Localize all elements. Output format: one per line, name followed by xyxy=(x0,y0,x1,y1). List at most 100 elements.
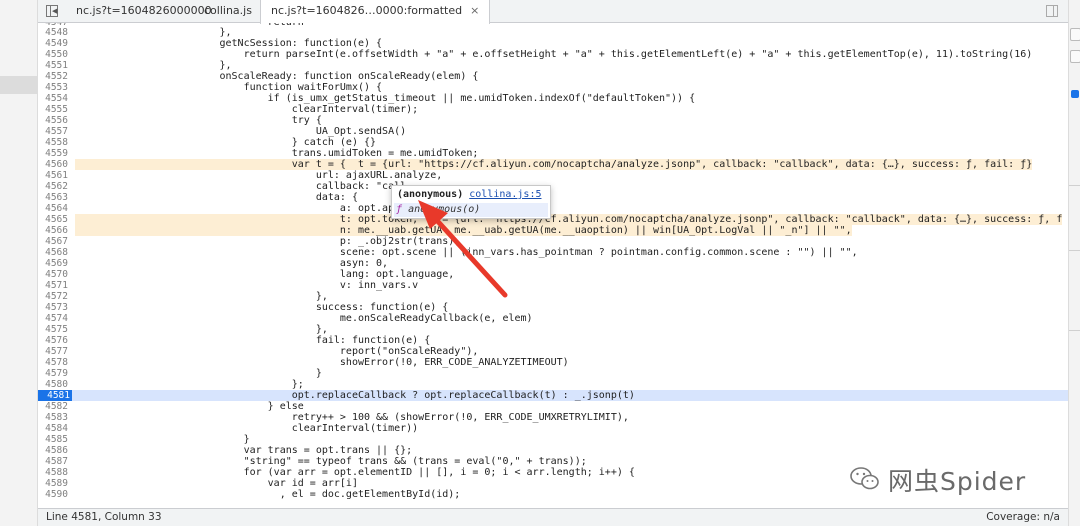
code-line[interactable]: 4548 }, xyxy=(38,27,1068,38)
coverage-status[interactable]: Coverage: n/a xyxy=(986,509,1060,526)
code-line[interactable]: 4558 } catch (e) {} xyxy=(38,137,1068,148)
toggle-debugger-icon[interactable] xyxy=(1046,5,1058,17)
line-number[interactable]: 4553 xyxy=(38,82,68,93)
code-line[interactable]: 4551 }, xyxy=(38,60,1068,71)
code-line[interactable]: 4549 getNcSession: function(e) { xyxy=(38,38,1068,49)
code-text: opt.replaceCallback ? opt.replaceCallbac… xyxy=(75,390,635,401)
line-number[interactable]: 4564 xyxy=(38,203,68,214)
current-execution-line[interactable]: 4581 opt.replaceCallback ? opt.replaceCa… xyxy=(38,390,1068,402)
code-text: showError(!0, ERR_CODE_ANALYZETIMEOUT) xyxy=(75,357,569,368)
code-line[interactable]: 4569 asyn: 0, xyxy=(38,258,1068,269)
line-number[interactable]: 4581 xyxy=(38,390,72,401)
code-line[interactable]: 4555 clearInterval(timer); xyxy=(38,104,1068,115)
code-line[interactable]: 4550 return parseInt(e.offsetWidth + "a"… xyxy=(38,49,1068,60)
panel-control-icon[interactable] xyxy=(1070,50,1080,63)
line-number[interactable]: 4556 xyxy=(38,115,68,126)
line-number[interactable]: 4565 xyxy=(38,214,68,225)
code-line[interactable]: 4557 UA_Opt.sendSA() xyxy=(38,126,1068,137)
line-number[interactable]: 4571 xyxy=(38,280,68,291)
code-line[interactable]: 4556 try { xyxy=(38,115,1068,126)
line-number[interactable]: 4584 xyxy=(38,423,68,434)
code-line[interactable]: 4564 a: opt.appk xyxy=(38,203,1068,214)
line-number[interactable]: 4568 xyxy=(38,247,68,258)
line-number[interactable]: 4570 xyxy=(38,269,68,280)
code-line[interactable]: 4553 function waitForUmx() { xyxy=(38,82,1068,93)
code-line[interactable]: 4562 callback: "call xyxy=(38,181,1068,192)
function-glyph-icon: ƒ xyxy=(396,204,403,215)
line-number[interactable]: 4566 xyxy=(38,225,68,236)
code-line[interactable]: 4584 clearInterval(timer)) xyxy=(38,423,1068,434)
code-line[interactable]: 4575 }, xyxy=(38,324,1068,335)
line-number[interactable]: 4548 xyxy=(38,27,68,38)
line-number[interactable]: 4560 xyxy=(38,159,68,170)
line-number[interactable]: 4578 xyxy=(38,357,68,368)
code-line[interactable]: 4566 n: me.__uab.getUA me.__uab.getUA(me… xyxy=(38,225,1068,236)
line-number[interactable]: 4574 xyxy=(38,313,68,324)
line-number[interactable]: 4583 xyxy=(38,412,68,423)
code-line[interactable]: 4567 p: _.obj2str(trans), xyxy=(38,236,1068,247)
line-number[interactable]: 4552 xyxy=(38,71,68,82)
code-line[interactable]: 4586 var trans = opt.trans || {}; xyxy=(38,445,1068,456)
code-line[interactable]: 4559 trans.umidToken = me.umidToken; xyxy=(38,148,1068,159)
tab-collina-js[interactable]: collina.js xyxy=(194,0,262,23)
code-line[interactable]: 4582 } else xyxy=(38,401,1068,412)
code-line[interactable]: 4572 }, xyxy=(38,291,1068,302)
line-number[interactable]: 4549 xyxy=(38,38,68,49)
sidebar-toggle-icon[interactable]: ◀ xyxy=(46,5,58,17)
line-number[interactable]: 4567 xyxy=(38,236,68,247)
panel-control-icon[interactable] xyxy=(1070,28,1080,41)
line-number[interactable]: 4563 xyxy=(38,192,68,203)
line-number[interactable]: 4554 xyxy=(38,93,68,104)
code-line[interactable]: 4578 showError(!0, ERR_CODE_ANALYZETIMEO… xyxy=(38,357,1068,368)
code-line[interactable]: 4563 data: { xyxy=(38,192,1068,203)
tab-nc-js-formatted[interactable]: nc.js?t=1604826…0000:formatted × xyxy=(260,0,491,24)
line-number[interactable]: 4577 xyxy=(38,346,68,357)
tab-close-icon[interactable]: × xyxy=(470,0,479,22)
code-line[interactable]: 4571 v: inn_vars.v xyxy=(38,280,1068,291)
code-line[interactable]: 4579 } xyxy=(38,368,1068,379)
line-number[interactable]: 4557 xyxy=(38,126,68,137)
code-line[interactable]: 4576 fail: function(e) { xyxy=(38,335,1068,346)
line-number[interactable]: 4558 xyxy=(38,137,68,148)
line-number[interactable]: 4589 xyxy=(38,478,68,489)
line-number[interactable]: 4559 xyxy=(38,148,68,159)
line-number[interactable]: 4590 xyxy=(38,489,68,500)
line-number[interactable]: 4555 xyxy=(38,104,68,115)
popover-function-signature[interactable]: ƒ anonymous(o) xyxy=(394,203,548,217)
source-location-link[interactable]: collina.js:5 xyxy=(469,189,541,200)
line-number[interactable]: 4585 xyxy=(38,434,68,445)
code-line[interactable]: 4565 t: opt.token, t = {url: "https://cf… xyxy=(38,214,1068,225)
code-line[interactable]: 4577 report("onScaleReady"), xyxy=(38,346,1068,357)
code-line[interactable]: 4573 success: function(e) { xyxy=(38,302,1068,313)
code-line[interactable]: 4585 } xyxy=(38,434,1068,445)
line-number[interactable]: 4562 xyxy=(38,181,68,192)
line-number[interactable]: 4582 xyxy=(38,401,68,412)
line-number[interactable]: 4580 xyxy=(38,379,68,390)
line-number[interactable]: 4569 xyxy=(38,258,68,269)
code-line[interactable]: 4560 var t = { t = {url: "https://cf.ali… xyxy=(38,159,1068,170)
line-number[interactable]: 4575 xyxy=(38,324,68,335)
code-line[interactable]: 4574 me.onScaleReadyCallback(e, elem) xyxy=(38,313,1068,324)
line-number[interactable]: 4586 xyxy=(38,445,68,456)
line-number[interactable]: 4573 xyxy=(38,302,68,313)
line-number[interactable]: 4561 xyxy=(38,170,68,181)
code-line[interactable]: 4570 lang: opt.language, xyxy=(38,269,1068,280)
line-number[interactable]: 4587 xyxy=(38,456,68,467)
code-text: } xyxy=(75,434,250,445)
code-editor[interactable]: 4547 return 4548 }, 4549 getNcSession: f… xyxy=(38,23,1068,508)
line-number[interactable]: 4576 xyxy=(38,335,68,346)
line-number[interactable]: 4551 xyxy=(38,60,68,71)
code-line[interactable]: 4554 if (is_umx_getStatus_timeout || me.… xyxy=(38,93,1068,104)
code-line[interactable]: 4561 url: ajaxURL.analyze, xyxy=(38,170,1068,181)
line-number[interactable]: 4588 xyxy=(38,467,68,478)
code-line[interactable]: 4552 onScaleReady: function onScaleReady… xyxy=(38,71,1068,82)
code-text: success: function(e) { xyxy=(75,302,449,313)
code-text: var t = { t = {url: "https://cf.aliyun.c… xyxy=(75,159,1033,170)
line-number[interactable]: 4550 xyxy=(38,49,68,60)
line-number[interactable]: 4572 xyxy=(38,291,68,302)
code-text: var trans = opt.trans || {}; xyxy=(75,445,413,456)
code-line[interactable]: 4568 scene: opt.scene || (inn_vars.has_p… xyxy=(38,247,1068,258)
code-line[interactable]: 4583 retry++ > 100 && (showError(!0, ERR… xyxy=(38,412,1068,423)
line-number[interactable]: 4579 xyxy=(38,368,68,379)
code-line[interactable]: 4580 }; xyxy=(38,379,1068,390)
